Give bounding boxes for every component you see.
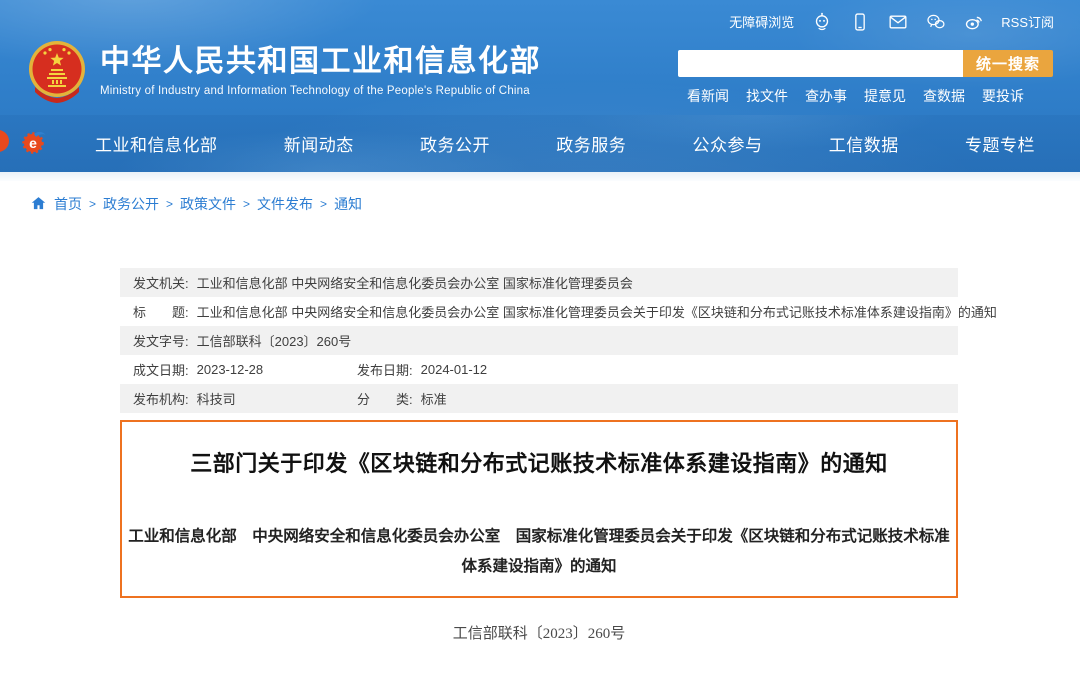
topbar: 无障碍浏览 — [729, 11, 1054, 32]
quick-link-files[interactable]: 找文件 — [746, 86, 788, 106]
meta-value: 2024-01-12 — [421, 362, 488, 377]
meta-value: 工业和信息化部 中央网络安全和信息化委员会办公室 国家标准化管理委员会关于印发《… — [197, 302, 997, 321]
document-meta-table: 发文机关: 工业和信息化部 中央网络安全和信息化委员会办公室 国家标准化管理委员… — [120, 268, 958, 413]
meta-row-issuing-organ: 发文机关: 工业和信息化部 中央网络安全和信息化委员会办公室 国家标准化管理委员… — [120, 268, 958, 297]
meta-value: 标准 — [421, 389, 447, 408]
document-title-box: 三部门关于印发《区块链和分布式记账技术标准体系建设指南》的通知 工业和信息化部 … — [120, 420, 958, 598]
meta-label: 标 题: — [133, 302, 189, 321]
search-button[interactable]: 统一搜索 — [963, 50, 1053, 77]
document-title: 三部门关于印发《区块链和分布式记账技术标准体系建设指南》的通知 — [122, 446, 956, 478]
robot-icon[interactable] — [811, 11, 832, 32]
mail-icon[interactable] — [887, 11, 908, 32]
search-bar: 统一搜索 — [678, 50, 1053, 77]
nav-item-miit[interactable]: 工业和信息化部 — [95, 131, 218, 156]
meta-label: 成文日期: — [133, 360, 189, 379]
header-divider-strip — [0, 172, 1080, 181]
nav-item-special-columns[interactable]: 专题专栏 — [965, 131, 1035, 156]
meta-row-publisher-category: 发布机构: 科技司 分 类: 标准 — [120, 384, 958, 413]
wechat-icon[interactable] — [925, 11, 946, 32]
meta-value: 工信部联科〔2023〕260号 — [197, 331, 352, 350]
meta-label: 发布机构: — [133, 389, 189, 408]
site-subtitle-en: Ministry of Industry and Information Tec… — [100, 85, 541, 97]
breadcrumb: 首页 > 政务公开 > 政策文件 > 文件发布 > 通知 — [0, 181, 1080, 215]
national-emblem-logo — [25, 39, 89, 105]
nav-item-gov-affairs[interactable]: 政务公开 — [420, 131, 490, 156]
nav-item-miit-data[interactable]: 工信数据 — [829, 131, 899, 156]
document-number: 工信部联科〔2023〕260号 — [120, 622, 958, 643]
meta-label: 发布日期: — [357, 360, 413, 379]
quick-link-complaint[interactable]: 要投诉 — [982, 86, 1024, 106]
partial-logo-decoration — [0, 130, 9, 152]
breadcrumb-policy-files[interactable]: 政策文件 — [180, 194, 236, 214]
site-header: 无障碍浏览 — [0, 0, 1080, 172]
weibo-icon[interactable] — [963, 11, 984, 32]
home-icon[interactable] — [30, 195, 47, 212]
quick-link-services[interactable]: 查办事 — [805, 86, 847, 106]
breadcrumb-separator: > — [166, 197, 173, 211]
meta-value: 2023-12-28 — [197, 362, 264, 377]
meta-value: 工业和信息化部 中央网络安全和信息化委员会办公室 国家标准化管理委员会 — [197, 273, 633, 292]
breadcrumb-home[interactable]: 首页 — [54, 194, 82, 214]
breadcrumb-file-release[interactable]: 文件发布 — [257, 194, 313, 214]
meta-row-doc-number: 发文字号: 工信部联科〔2023〕260号 — [120, 326, 958, 355]
breadcrumb-notice[interactable]: 通知 — [334, 194, 362, 214]
quick-link-data[interactable]: 查数据 — [923, 86, 965, 106]
mobile-icon[interactable] — [849, 11, 870, 32]
search-input[interactable] — [678, 50, 963, 77]
breadcrumb-separator: > — [243, 197, 250, 211]
nav-item-gov-services[interactable]: 政务服务 — [556, 131, 626, 156]
site-title-block[interactable]: 中华人民共和国工业和信息化部 Ministry of Industry and … — [100, 44, 541, 97]
rss-link[interactable]: RSS订阅 — [1001, 12, 1054, 31]
document-subtitle: 工业和信息化部 中央网络安全和信息化委员会办公室 国家标准化管理委员会关于印发《… — [126, 522, 952, 582]
site-title: 中华人民共和国工业和信息化部 — [100, 44, 541, 80]
meta-value: 科技司 — [197, 389, 236, 408]
meta-row-title: 标 题: 工业和信息化部 中央网络安全和信息化委员会办公室 国家标准化管理委员会… — [120, 297, 958, 326]
breadcrumb-separator: > — [320, 197, 327, 211]
breadcrumb-gov-affairs[interactable]: 政务公开 — [103, 194, 159, 214]
quick-links: 看新闻 找文件 查办事 提意见 查数据 要投诉 — [687, 86, 1024, 106]
meta-label: 发文字号: — [133, 331, 189, 350]
nav-item-public-participation[interactable]: 公众参与 — [693, 131, 763, 156]
main-nav: e 工业和信息化部 新闻动态 政务公开 政务服务 公众参与 工信数据 专题专栏 — [0, 115, 1080, 172]
nav-item-news[interactable]: 新闻动态 — [284, 131, 354, 156]
svg-text:e: e — [29, 135, 37, 151]
meta-row-dates: 成文日期: 2023-12-28 发布日期: 2024-01-12 — [120, 355, 958, 384]
accessibility-link[interactable]: 无障碍浏览 — [729, 12, 794, 31]
meta-label: 分 类: — [357, 389, 413, 408]
gov-e-logo-icon: e — [20, 128, 48, 156]
meta-label: 发文机关: — [133, 273, 189, 292]
breadcrumb-separator: > — [89, 197, 96, 211]
quick-link-news[interactable]: 看新闻 — [687, 86, 729, 106]
nav-items: 工业和信息化部 新闻动态 政务公开 政务服务 公众参与 工信数据 专题专栏 — [95, 115, 1035, 172]
quick-link-feedback[interactable]: 提意见 — [864, 86, 906, 106]
